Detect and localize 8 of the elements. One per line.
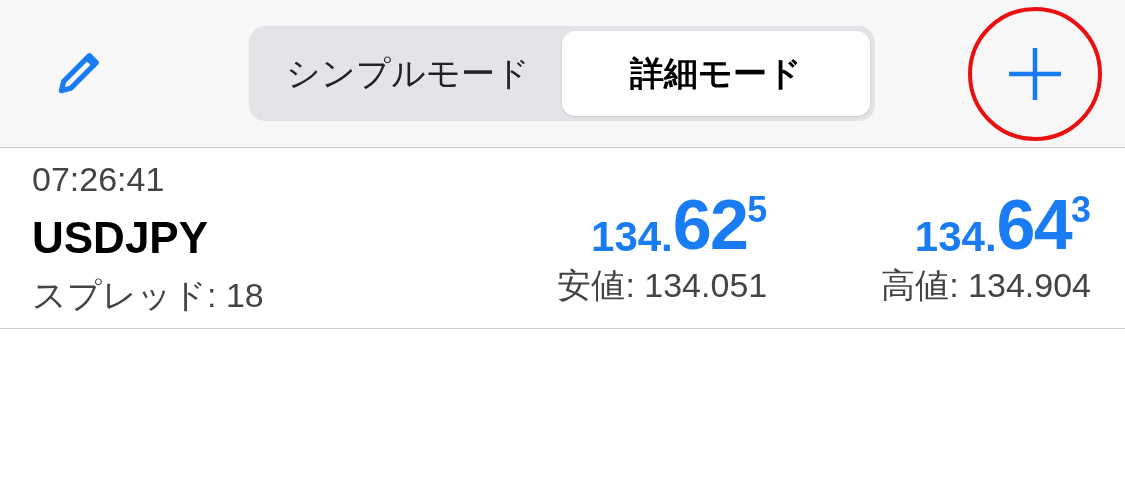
quote-time: 07:26:41 — [32, 162, 166, 196]
high-label: 高値: 134.904 — [881, 268, 1091, 302]
mode-tab[interactable]: シンプルモード — [254, 31, 562, 116]
low-label: 安値: 134.051 — [557, 268, 768, 302]
symbol-name: USDJPY — [32, 216, 210, 260]
plus-icon[interactable] — [1007, 45, 1063, 102]
mode-tab[interactable]: 詳細モード — [562, 31, 870, 116]
spread-label: スプレッド: 18 — [32, 278, 264, 312]
